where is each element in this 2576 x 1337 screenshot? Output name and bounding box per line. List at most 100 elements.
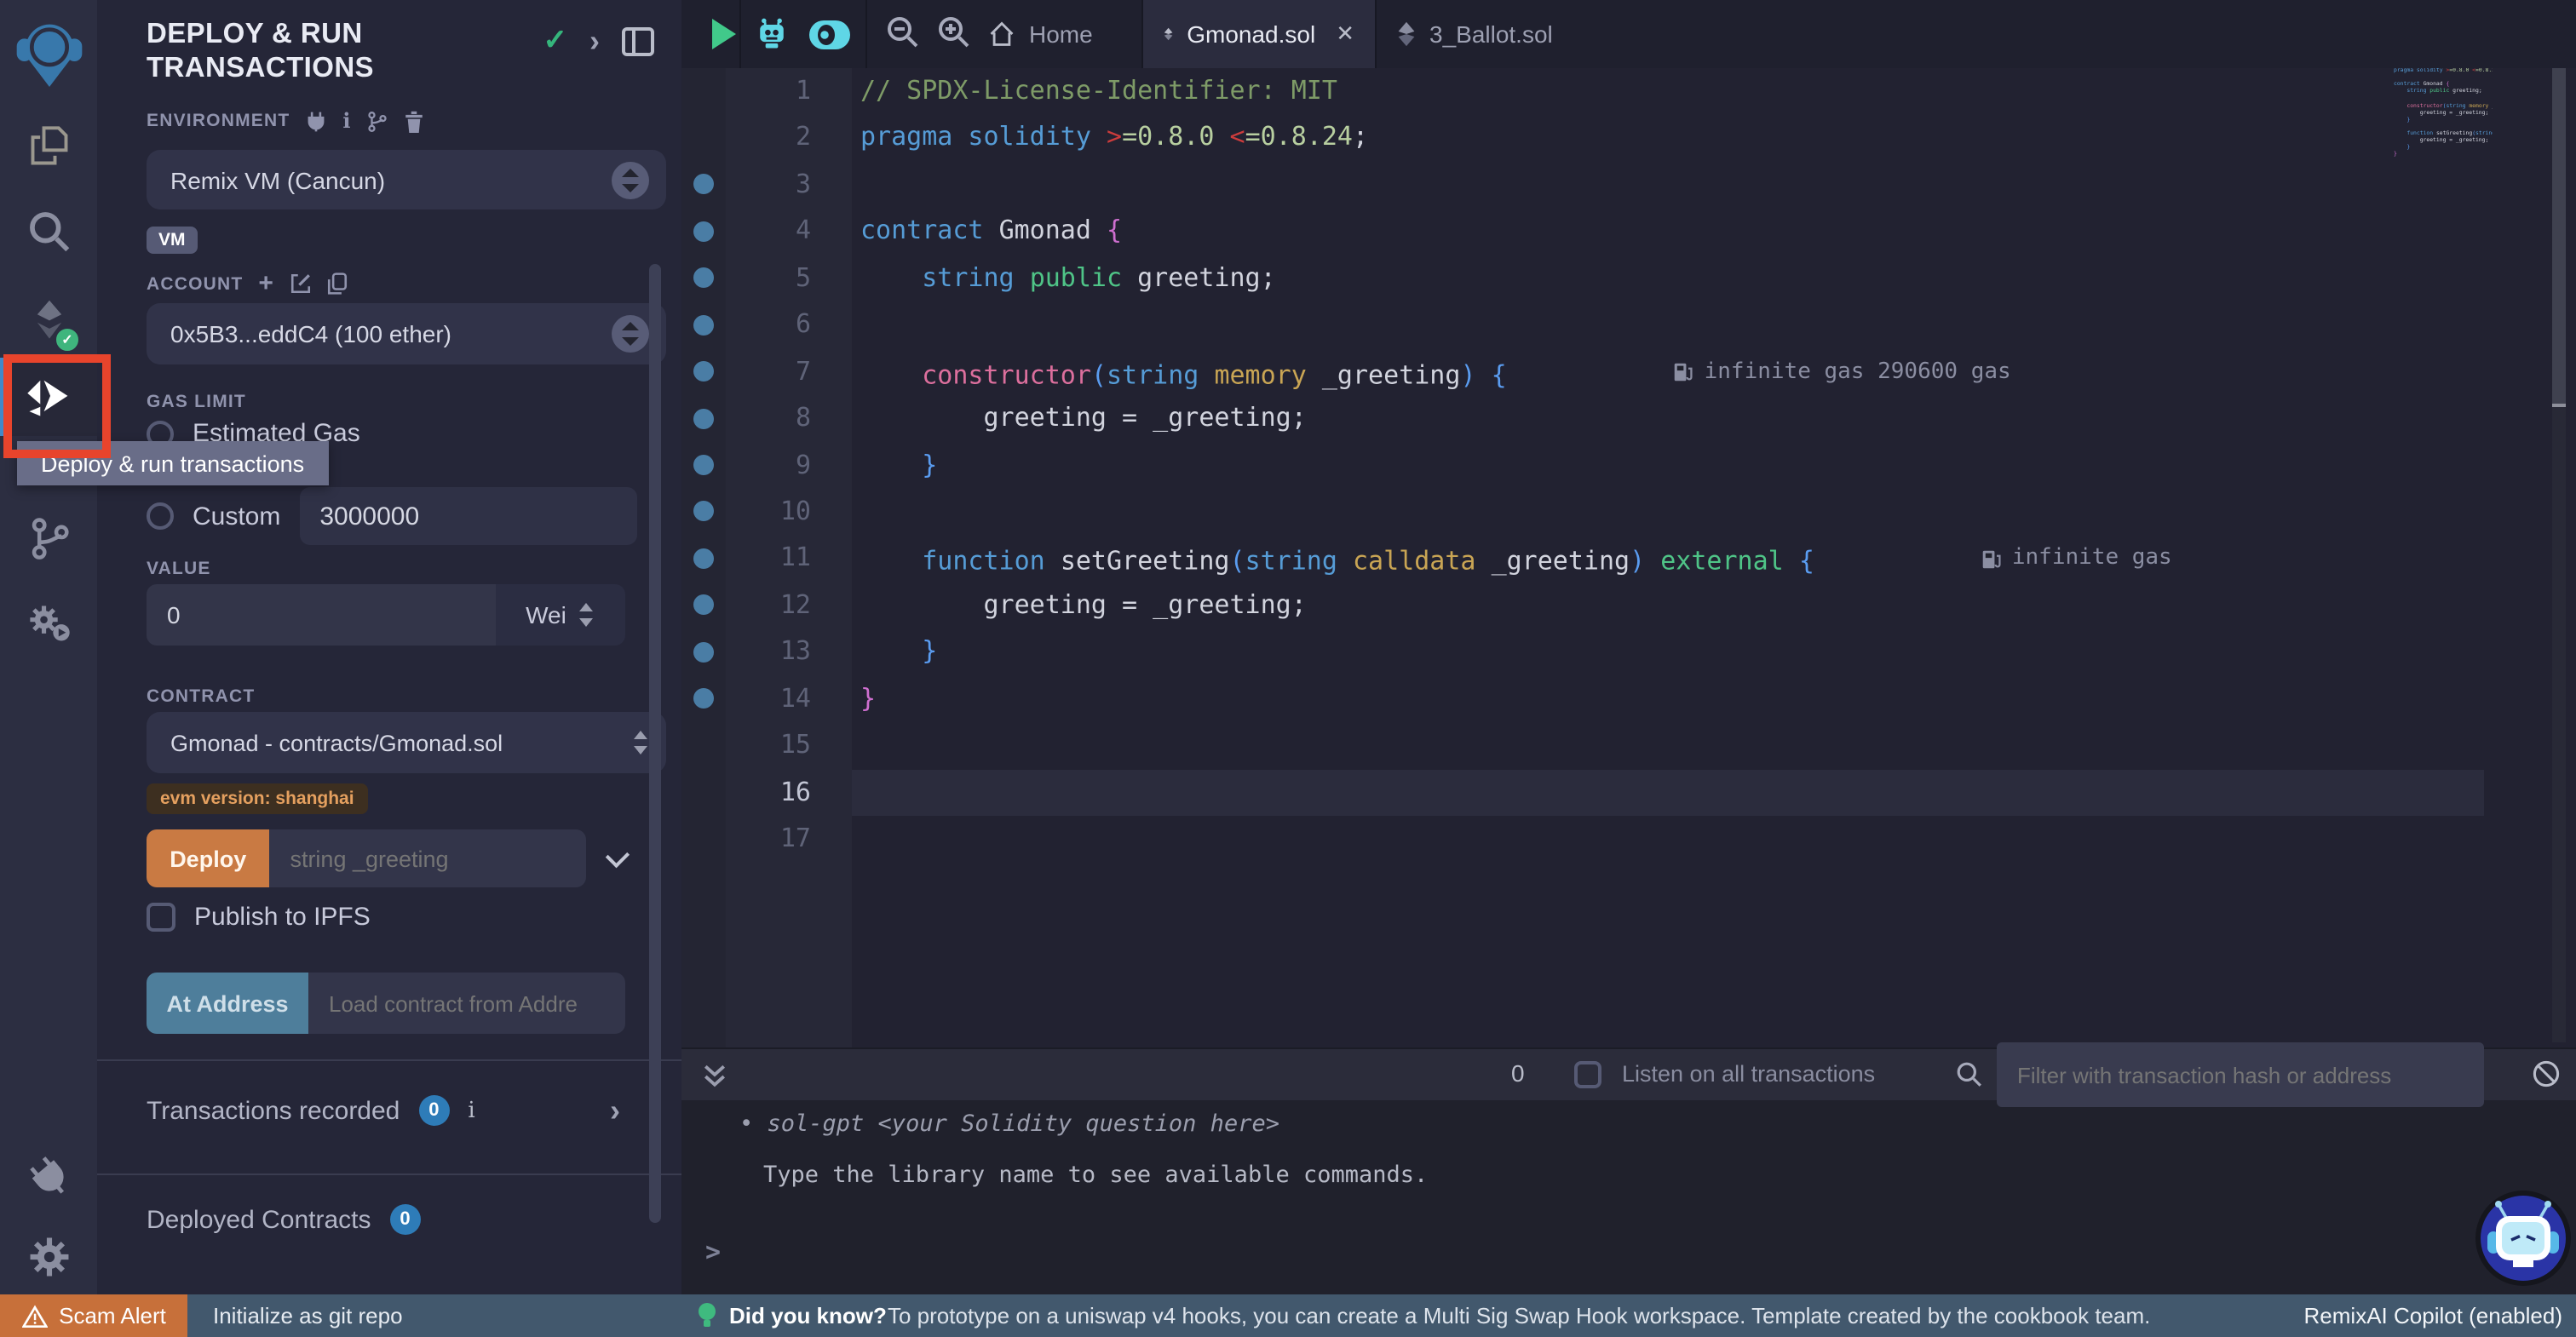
line-number: 4 [722, 209, 811, 255]
line-marker-dot[interactable] [693, 408, 714, 428]
line-marker-dot[interactable] [693, 268, 714, 289]
zoom-out-icon[interactable] [886, 15, 920, 49]
code-token: constructor [922, 359, 1091, 390]
listen-all-checkbox[interactable] [1574, 1061, 1601, 1088]
deploy-param-input[interactable] [269, 829, 586, 887]
chevron-right-icon[interactable]: › [610, 1099, 620, 1122]
publish-ipfs-checkbox[interactable] [147, 903, 175, 932]
line-marker-dot[interactable] [693, 361, 714, 382]
value-unit: Wei [526, 601, 566, 628]
close-icon[interactable]: ✕ [1336, 20, 1354, 48]
line-marker-dot[interactable] [693, 221, 714, 242]
transactions-count-badge: 0 [418, 1095, 449, 1126]
at-address-row: At Address [147, 973, 625, 1034]
clear-console-icon[interactable] [2532, 1059, 2561, 1088]
chevron-right-icon[interactable]: › [589, 29, 600, 53]
info-icon[interactable]: i [468, 1098, 474, 1123]
sidebar-plugin-gears-icon[interactable] [0, 584, 97, 663]
line-marker-dot[interactable] [693, 642, 714, 663]
code-token: public [1030, 262, 1137, 293]
panel-scrollbar[interactable] [649, 264, 661, 1223]
value-label: VALUE [147, 559, 625, 579]
minimap-line: contract Gmonad { [2394, 81, 2493, 88]
terminal-hint: Type the library name to see available c… [763, 1162, 1428, 1189]
expand-terminal-icon[interactable] [702, 1063, 727, 1088]
code-token: } [860, 682, 876, 713]
line-marker-dot[interactable] [693, 502, 714, 522]
copy-icon[interactable] [327, 273, 348, 295]
line-marker-dot[interactable] [693, 455, 714, 475]
deploy-button[interactable]: Deploy [147, 829, 269, 887]
line-marker-dot[interactable] [693, 548, 714, 569]
tab-gmonad-sol[interactable]: Gmonad.sol ✕ [1141, 0, 1377, 68]
plus-icon[interactable]: + [258, 275, 274, 292]
trash-icon[interactable] [405, 110, 425, 132]
line-marker-dot[interactable] [693, 688, 714, 709]
account-value: 0x5B3...eddC4 (100 ether) [170, 320, 451, 347]
publish-ipfs-row[interactable]: Publish to IPFS [147, 903, 625, 932]
tip-text: To prototype on a uniswap v4 hooks, you … [888, 1302, 2150, 1328]
environment-label: ENVIRONMENT [147, 111, 290, 131]
code-line: 6 [681, 301, 2576, 348]
git-init-button[interactable]: Initialize as git repo [213, 1302, 403, 1328]
divider [739, 0, 741, 68]
custom-gas-radio[interactable] [147, 502, 174, 530]
code-line: 7 constructor(string memory _greeting) {… [681, 348, 2576, 395]
sidebar-git-branch-icon[interactable] [0, 499, 97, 577]
tab-ballot-sol[interactable]: 3_Ballot.sol [1377, 0, 1573, 68]
deployed-contracts-row[interactable]: Deployed Contracts 0 [147, 1204, 625, 1235]
editor-scrollbar-thumb[interactable] [2552, 61, 2566, 407]
gas-estimate-annotation: infinite gas 290600 gas [1674, 348, 2011, 395]
value-unit-select[interactable]: Wei [496, 584, 625, 646]
edit-icon[interactable] [290, 273, 312, 295]
zoom-in-icon[interactable] [937, 15, 971, 49]
line-marker-dot[interactable] [693, 314, 714, 335]
at-address-button[interactable]: At Address [147, 973, 308, 1034]
account-label: ACCOUNT [147, 273, 243, 294]
code-text: } [860, 442, 937, 489]
environment-select[interactable]: Remix VM (Cancun) [147, 150, 666, 209]
sidebar-settings-gear-icon[interactable] [0, 1218, 97, 1296]
environment-label-row: ENVIRONMENT i [147, 109, 625, 133]
contract-select[interactable]: Gmonad - contracts/Gmonad.sol [147, 712, 666, 773]
custom-gas-input[interactable] [299, 487, 636, 545]
info-icon[interactable]: i [342, 109, 351, 133]
sidebar-deploy-run-icon[interactable] [0, 358, 97, 436]
sidebar-plug-icon[interactable] [0, 1138, 97, 1216]
sidebar-solidity-compiler-icon[interactable]: ✓ [0, 279, 97, 358]
code-text: string public greeting; [860, 255, 1276, 302]
value-input[interactable] [147, 584, 496, 646]
tab-home[interactable]: Home [968, 0, 1113, 68]
transactions-recorded-row[interactable]: Transactions recorded 0 i › [147, 1095, 658, 1126]
ai-robot-icon[interactable] [753, 15, 791, 53]
code-token: greeting = _greeting; [860, 402, 1307, 433]
code-token [860, 359, 922, 390]
code-token: memory [1214, 359, 1321, 390]
copilot-toggle-icon[interactable] [808, 19, 852, 51]
line-marker-dot[interactable] [693, 595, 714, 616]
line-marker-dot[interactable] [693, 175, 714, 195]
pin-panel-icon[interactable] [622, 26, 654, 55]
minimap[interactable]: // SPDX-License-Identifier: MITpragma so… [2394, 60, 2493, 196]
sidebar-file-explorer-icon[interactable] [0, 107, 97, 186]
fork-icon[interactable] [367, 110, 389, 132]
minimap-line [2394, 158, 2493, 164]
current-line-highlight [852, 769, 2484, 816]
account-select[interactable]: 0x5B3...eddC4 (100 ether) [147, 303, 666, 364]
run-script-button[interactable] [712, 19, 736, 49]
line-number: 15 [722, 722, 811, 769]
chevron-down-icon[interactable] [606, 843, 630, 867]
filter-transactions-input[interactable] [1997, 1042, 2484, 1107]
custom-gas-label: Custom [193, 502, 280, 531]
at-address-input[interactable] [308, 973, 625, 1034]
copilot-avatar[interactable] [2472, 1187, 2574, 1289]
plug-icon[interactable] [305, 110, 327, 132]
sidebar-search-icon[interactable] [0, 192, 97, 271]
sidebar-remix-logo-icon[interactable] [0, 14, 97, 92]
code-token: } [860, 636, 937, 667]
copilot-status[interactable]: RemixAI Copilot (enabled) [2304, 1302, 2562, 1328]
gas-estimate-annotation: infinite gas [1981, 536, 2172, 582]
terminal-prompt[interactable]: > [705, 1237, 721, 1267]
scam-alert-button[interactable]: Scam Alert [0, 1294, 187, 1337]
minimap-line: } [2394, 143, 2493, 150]
